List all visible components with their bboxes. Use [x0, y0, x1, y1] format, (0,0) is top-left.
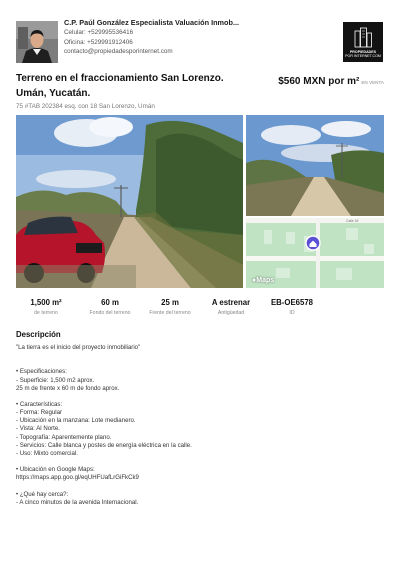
agent-card: C.P. Paúl González Especialista Valuació… — [16, 18, 316, 66]
price-value: $560 MXN por m² — [278, 76, 360, 87]
description-line — [16, 458, 384, 466]
main-photo[interactable] — [16, 115, 243, 288]
description-line: - Superficie: 1,500 m2 aprox. — [16, 376, 95, 384]
stat-value: 60 m — [101, 298, 119, 307]
description-line: - A cinco minutos de la avenida Internac… — [16, 498, 139, 506]
description-line: - Vista: Al Norte. — [16, 425, 60, 433]
location-pin-icon[interactable] — [305, 235, 321, 251]
description-line: • Ubicación en Google Maps: — [16, 466, 95, 474]
stat-label: Fondo del terreno — [89, 310, 131, 316]
property-stats: 1,500 m² de terreno 60 m Fondo del terre… — [16, 297, 386, 321]
description-line: • ¿Qué hay cerca?: — [16, 490, 69, 498]
agent-office-phone[interactable]: Oficina: +529991912406 — [64, 38, 316, 48]
maps-badge: ●Maps — [252, 277, 274, 284]
stat-value: EB-OE6578 — [270, 298, 314, 307]
location-map[interactable]: Calle 18 ●Maps — [246, 218, 384, 288]
maps-badge-label: Maps — [256, 277, 275, 284]
listing-title: Terreno en el fraccionamiento San Lorenz… — [16, 71, 256, 101]
stat-id: EB-OE6578 ID — [262, 297, 322, 318]
stat-label: Frente del terreno — [149, 310, 191, 316]
sale-status-badge: EN VENTA — [361, 80, 384, 85]
description-line: - Servicios: Calle blanca y postes de en… — [16, 441, 192, 449]
description-line: • Características: — [16, 400, 63, 408]
stat-value: 25 m — [161, 298, 179, 307]
stat-label: Antigüedad — [217, 310, 245, 316]
listing-address: 75 #TAB 202384 esq. con 18 San Lorenzo, … — [16, 103, 155, 110]
secondary-photo[interactable] — [246, 115, 384, 216]
stat-label: de terreno — [34, 310, 58, 316]
agent-mobile-phone[interactable]: Celular: +529995536416 — [64, 28, 316, 38]
street-label: Calle 18 — [346, 219, 359, 223]
description-line: • Especificaciones: — [16, 368, 67, 376]
description-line: - Ubicación en la manzana: Lote medianer… — [16, 417, 136, 425]
listing-title-line-1: Terreno en el fraccionamiento San Lorenz… — [16, 73, 224, 84]
description-line: "La tierra es el inicio del proyecto inm… — [16, 344, 141, 351]
logo-line-2: POR INTERNET.COM — [345, 54, 381, 58]
stat-land-area: 1,500 m² de terreno — [16, 297, 76, 318]
description-heading: Descripción — [16, 330, 61, 339]
company-logo[interactable]: PROPIEDADES POR INTERNET.COM — [343, 22, 383, 62]
listing-title-line-2: Umán, Yucatán. — [16, 88, 91, 99]
description-line: - Topografía: Aparentemente plano. — [16, 433, 112, 441]
stat-age: A estrenar Antigüedad — [202, 297, 260, 318]
stat-label: ID — [289, 310, 295, 316]
stat-depth: 60 m Fondo del terreno — [76, 297, 144, 318]
listing-price: $560 MXN por m² EN VENTA — [278, 71, 384, 89]
description-line: 25 m de frente x 60 m de fondo aprox. — [16, 384, 120, 392]
stat-value: A estrenar — [211, 298, 251, 307]
agent-email[interactable]: contacto@propiedadesporinternet.com — [64, 47, 316, 57]
description-line — [16, 352, 384, 360]
agent-avatar — [16, 21, 58, 63]
description-line: - Uso: Mixto comercial. — [16, 449, 78, 457]
description-line — [16, 360, 384, 368]
description-line: - Forma: Regular — [16, 409, 63, 417]
stat-frontage: 25 m Frente del terreno — [138, 297, 202, 318]
description-line — [16, 393, 384, 401]
google-maps-link[interactable]: https://maps.app.goo.gl/eqUHFUafLrGiFkCk… — [16, 474, 384, 482]
agent-name[interactable]: C.P. Paúl González Especialista Valuació… — [64, 18, 316, 28]
description-body: "La tierra es el inicio del proyecto inm… — [16, 344, 384, 507]
stat-value: 1,500 m² — [30, 298, 62, 307]
description-line — [16, 482, 384, 490]
